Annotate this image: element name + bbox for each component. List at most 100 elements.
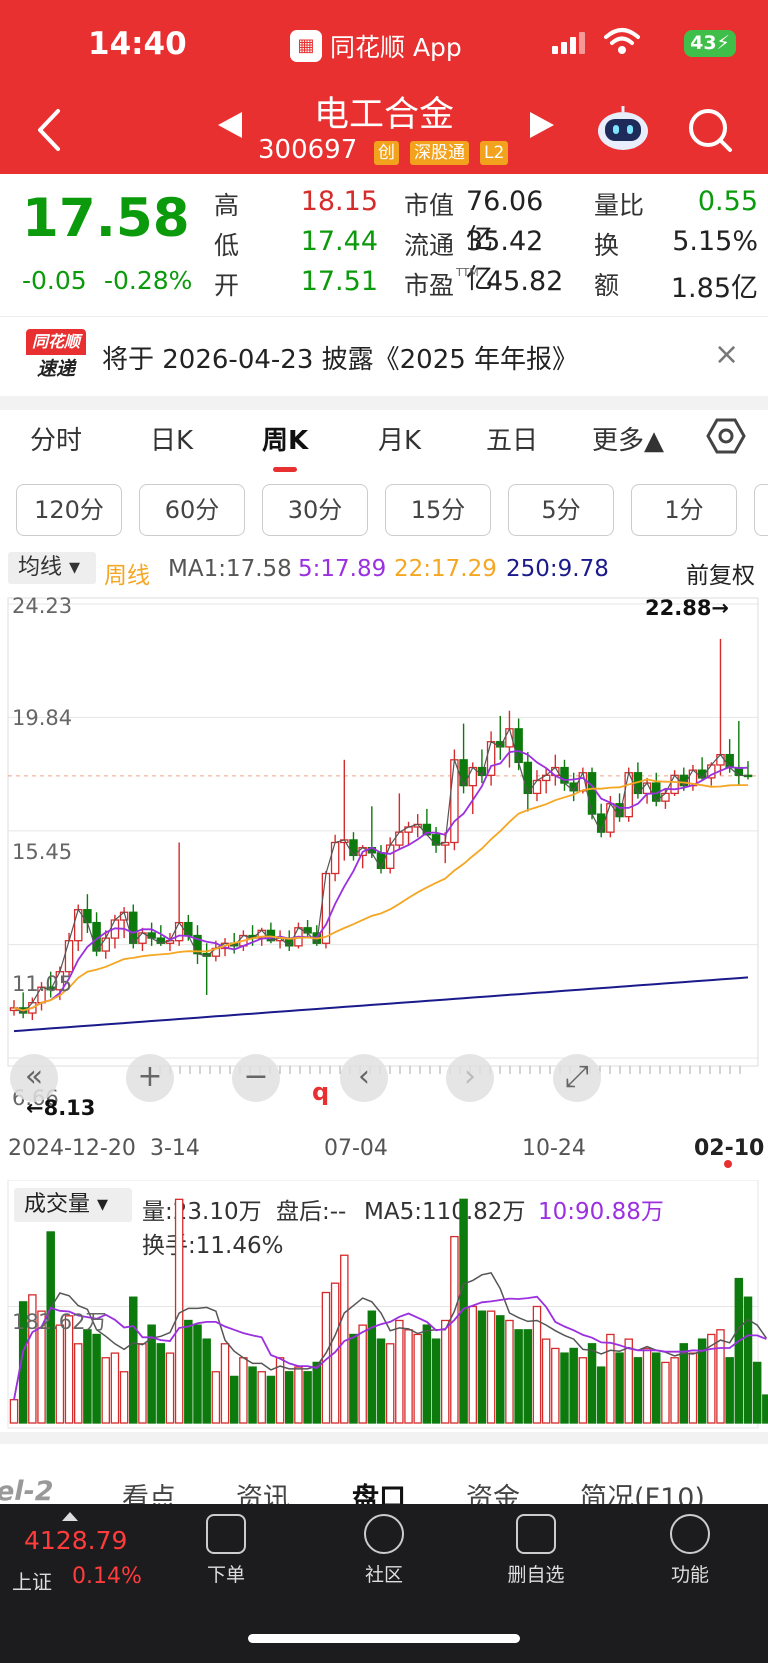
nav-community[interactable]: 社区 bbox=[334, 1514, 434, 1587]
mcap-label: 市值 bbox=[404, 191, 455, 220]
app-screen: 14:40 ▦ 同花顺 App 43⚡ 电工合金 300697 创 深股通 L2 bbox=[0, 0, 768, 1663]
tab-level2[interactable]: el-2 bbox=[0, 1476, 54, 1507]
period-label: 周线 bbox=[104, 563, 150, 589]
volume-bar bbox=[220, 1343, 230, 1424]
settings-hex-icon[interactable] bbox=[706, 416, 746, 456]
volume-bar bbox=[541, 1338, 551, 1424]
volume-bar bbox=[496, 1315, 505, 1424]
volume-bar bbox=[312, 1361, 322, 1424]
tab-more[interactable]: 更多▲ bbox=[592, 420, 664, 457]
nav-functions[interactable]: 功能 bbox=[640, 1514, 740, 1587]
adjust-mode[interactable]: 前复权 bbox=[686, 556, 755, 590]
expand-index-icon[interactable] bbox=[62, 1512, 78, 1521]
notice-logo-bottom: 速递 bbox=[36, 358, 75, 380]
status-app: ▦ 同花顺 App bbox=[290, 28, 462, 64]
zoom-in-button[interactable]: + bbox=[126, 1054, 174, 1102]
stock-name: 电工合金 bbox=[313, 95, 454, 135]
price-change: -0.05 bbox=[22, 266, 87, 295]
candle-body bbox=[266, 929, 276, 942]
turnover-label: 换 bbox=[594, 231, 620, 260]
volume-bar bbox=[431, 1338, 441, 1424]
tab-fenshi[interactable]: 分时 bbox=[30, 420, 82, 457]
candle-body bbox=[129, 911, 138, 944]
tab-daily-k[interactable]: 日K bbox=[150, 420, 193, 457]
volume-bar bbox=[578, 1357, 588, 1424]
volume-bar bbox=[385, 1343, 395, 1424]
volume-bar bbox=[596, 1366, 606, 1424]
vol-y-label: 182.62万 bbox=[12, 1310, 107, 1334]
home-indicator[interactable] bbox=[248, 1634, 520, 1643]
pe-sup: TTM bbox=[456, 266, 479, 279]
fullscreen-button[interactable]: ⤢ bbox=[553, 1054, 601, 1102]
volume-bar bbox=[165, 1352, 175, 1424]
kline-chart[interactable] bbox=[0, 588, 768, 1128]
search-icon[interactable] bbox=[686, 106, 734, 154]
candle-body bbox=[514, 728, 523, 764]
volume-bar bbox=[560, 1352, 569, 1424]
volume-bar bbox=[239, 1357, 248, 1424]
tag-sgt: 深股通 bbox=[410, 141, 469, 165]
minute-5-button[interactable]: 5分 bbox=[508, 484, 614, 536]
pan-right-button[interactable]: › bbox=[446, 1054, 494, 1102]
signal-icon bbox=[552, 32, 585, 54]
volume-bar bbox=[661, 1361, 670, 1424]
rewind-button[interactable]: « bbox=[10, 1054, 58, 1102]
minute-30-button[interactable]: 30分 bbox=[262, 484, 368, 536]
minute-more-button[interactable] bbox=[754, 484, 768, 536]
notice-bar[interactable]: 同花顺 速递 将于 2026-04-23 披露《2025 年年报》 × bbox=[0, 316, 768, 396]
volume-bar bbox=[229, 1375, 239, 1424]
max-price-marker: 22.88→ bbox=[645, 596, 730, 620]
candle-body bbox=[450, 759, 459, 844]
notice-logo-top: 同花顺 bbox=[26, 329, 86, 355]
notice-logo: 同花顺 速递 bbox=[26, 329, 86, 385]
notice-close-icon[interactable]: × bbox=[714, 337, 739, 372]
minus-icon bbox=[516, 1514, 556, 1554]
minute-15-button[interactable]: 15分 bbox=[385, 484, 491, 536]
low-value: 17.44 bbox=[300, 226, 378, 257]
volume-bar bbox=[404, 1329, 413, 1424]
volume-bar bbox=[413, 1333, 422, 1424]
status-app-name: 同花顺 App bbox=[330, 33, 462, 62]
volume-bar bbox=[73, 1343, 83, 1424]
y-tick-1: 24.23 bbox=[12, 594, 73, 618]
vol-ratio-value: 0.55 bbox=[697, 186, 758, 217]
open-value: 17.51 bbox=[300, 266, 378, 297]
prev-stock-icon[interactable] bbox=[218, 112, 242, 138]
candle-body bbox=[64, 940, 74, 973]
active-tab-indicator bbox=[273, 467, 297, 472]
battery-level: 43 bbox=[690, 32, 717, 54]
volume-bar bbox=[55, 1324, 65, 1424]
tab-monthly-k[interactable]: 月K bbox=[378, 420, 421, 457]
zoom-out-button[interactable]: − bbox=[232, 1054, 280, 1102]
battery-icon: 43⚡ bbox=[684, 30, 736, 57]
volume-bar bbox=[688, 1352, 698, 1424]
index-value: 4128.79 bbox=[24, 1526, 128, 1555]
next-stock-icon[interactable] bbox=[530, 112, 554, 138]
pan-left-button[interactable]: ‹ bbox=[340, 1054, 388, 1102]
nav-remove-watchlist[interactable]: 删自选 bbox=[486, 1514, 586, 1587]
minute-1-button[interactable]: 1分 bbox=[631, 484, 737, 536]
candle-body bbox=[321, 872, 331, 944]
volume-bar bbox=[92, 1333, 101, 1424]
volume-bar bbox=[9, 1399, 19, 1424]
minute-60-button[interactable]: 60分 bbox=[139, 484, 245, 536]
tab-five-day[interactable]: 五日 bbox=[486, 420, 538, 457]
volume-bar bbox=[202, 1338, 211, 1424]
volume-bar bbox=[477, 1310, 487, 1424]
robot-assistant-icon[interactable] bbox=[596, 104, 650, 152]
candle-body bbox=[330, 841, 340, 875]
volume-bar bbox=[514, 1329, 523, 1424]
volume-bar bbox=[569, 1347, 578, 1424]
ma22-line bbox=[13, 778, 748, 1012]
ma-selector[interactable]: 均线 ▾ bbox=[8, 552, 96, 584]
minute-120-button[interactable]: 120分 bbox=[16, 484, 122, 536]
nav-order[interactable]: 下单 bbox=[176, 1514, 276, 1587]
volume-bar bbox=[606, 1333, 615, 1424]
volume-bar bbox=[587, 1343, 597, 1424]
candle-body bbox=[661, 792, 670, 802]
tab-weekly-k[interactable]: 周K bbox=[262, 420, 308, 457]
volume-bar bbox=[284, 1371, 294, 1424]
open-label: 开 bbox=[214, 271, 240, 300]
volume-bar bbox=[138, 1343, 147, 1424]
candle-body bbox=[532, 779, 542, 795]
